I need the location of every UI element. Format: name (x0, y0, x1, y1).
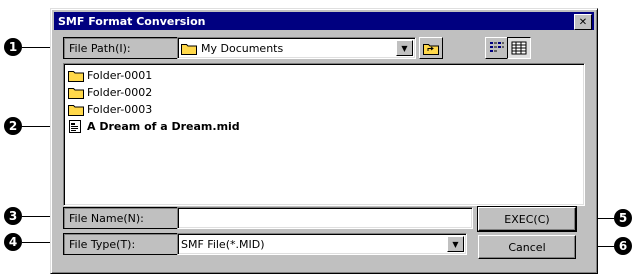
smf-conversion-dialog: SMF Format Conversion ✕ File Path(I): My… (50, 8, 598, 274)
folder-icon (68, 105, 84, 116)
up-folder-icon (423, 43, 439, 55)
details-view-icon (511, 41, 527, 55)
callout-marker-1: 1 (4, 38, 22, 56)
file-path-label: File Path(I): (63, 37, 178, 59)
midi-file-icon (69, 120, 81, 133)
list-item-label: Folder-0003 (87, 103, 153, 116)
chevron-down-icon: ▼ (401, 43, 408, 53)
file-name-field[interactable] (177, 207, 473, 229)
callout-marker-6: 6 (614, 237, 632, 255)
callout-marker-2: 2 (4, 117, 22, 135)
list-item[interactable]: Folder-0001 (68, 67, 152, 84)
file-path-dropdown-button[interactable]: ▼ (396, 40, 413, 56)
up-folder-button[interactable] (419, 37, 443, 59)
list-item-label: Folder-0002 (87, 86, 153, 99)
file-name-label: File Name(N): (63, 207, 178, 229)
list-item-label: A Dream of a Dream.mid (87, 120, 240, 133)
list-item[interactable]: A Dream of a Dream.mid (68, 118, 240, 135)
exec-button-label: EXEC(C) (504, 212, 550, 226)
title-bar[interactable]: SMF Format Conversion ✕ (54, 12, 594, 30)
details-view-button[interactable] (507, 37, 531, 59)
folder-icon (68, 88, 84, 99)
file-type-label: File Type(T): (63, 233, 178, 255)
file-path-value: My Documents (201, 41, 284, 55)
chevron-down-icon: ▼ (452, 239, 459, 249)
file-path-combobox[interactable]: My Documents ▼ (177, 37, 416, 59)
file-type-dropdown-button[interactable]: ▼ (447, 236, 464, 252)
list-view-icon (490, 42, 504, 52)
close-button[interactable]: ✕ (574, 14, 592, 30)
folder-icon (68, 71, 84, 82)
cancel-button-label: Cancel (508, 240, 546, 254)
list-item-label: Folder-0001 (87, 69, 153, 82)
file-type-value: SMF File(*.MID) (181, 237, 265, 251)
exec-button[interactable]: EXEC(C) (477, 206, 577, 232)
list-item[interactable]: Folder-0002 (68, 84, 152, 101)
callout-marker-5: 5 (614, 209, 632, 227)
callout-marker-3: 3 (4, 207, 22, 225)
cancel-button[interactable]: Cancel (478, 235, 576, 259)
callout-marker-4: 4 (4, 233, 22, 251)
dialog-title: SMF Format Conversion (58, 14, 206, 28)
folder-icon (181, 43, 197, 55)
file-type-select[interactable]: SMF File(*.MID) ▼ (177, 233, 467, 255)
list-item[interactable]: Folder-0003 (68, 101, 152, 118)
close-icon: ✕ (578, 16, 588, 28)
file-list[interactable]: Folder-0001 Folder-0002 Folder-0003 A Dr… (63, 63, 585, 206)
list-view-button[interactable] (485, 37, 509, 59)
